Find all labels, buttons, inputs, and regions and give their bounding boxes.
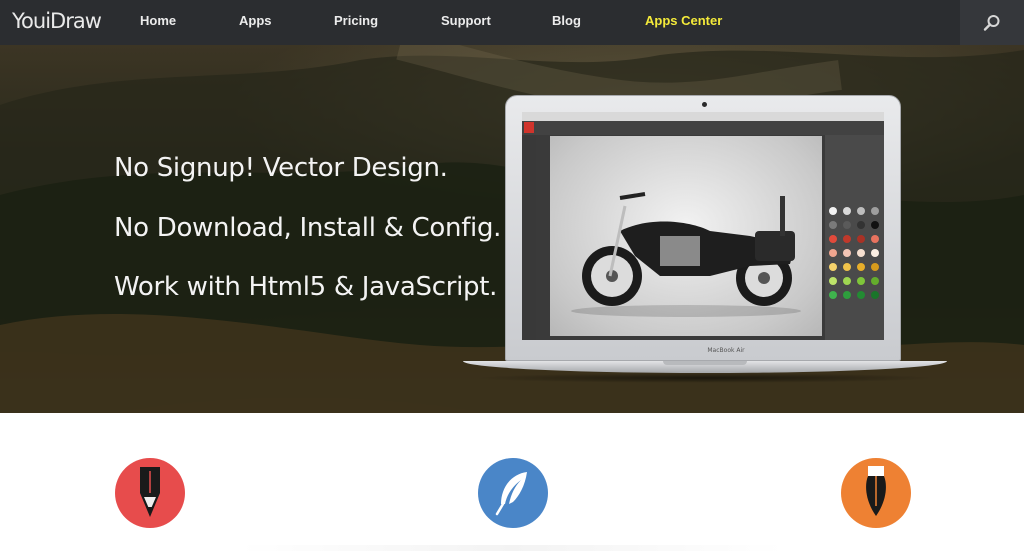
feather-icon [495,472,527,516]
ink-brush-icon [866,466,886,516]
browser-bar [522,112,884,121]
laptop-notch [663,361,747,365]
app-screenshot [522,112,884,340]
feature-pencil [115,458,185,528]
feature-ink-brush [841,458,911,528]
nav-apps[interactable]: Apps [239,13,272,28]
drawing-canvas [550,136,822,336]
search-icon [983,14,1000,31]
nav-home[interactable]: Home [140,13,176,28]
tool-palette [522,135,536,340]
tagline-2: No Download, Install & Config. [114,213,502,243]
motorcycle-illustration [571,192,801,317]
laptop-lid: MacBook Air [505,95,901,361]
nav-support[interactable]: Support [441,13,491,28]
section-divider [240,545,784,551]
app-logo-icon [524,122,534,133]
nav-apps-center[interactable]: Apps Center [645,13,722,28]
tagline-1: No Signup! Vector Design. [114,153,448,183]
tagline-3: Work with Html5 & JavaScript. [114,272,498,302]
color-swatch-panel [825,135,884,340]
site-logo[interactable]: YouiDraw [12,9,102,33]
nav-pricing[interactable]: Pricing [334,13,378,28]
search-button[interactable] [960,0,1024,45]
top-navbar: YouiDraw Home Apps Pricing Support Blog … [0,0,1024,45]
nav-blog[interactable]: Blog [552,13,581,28]
camera-dot [702,102,707,107]
hero-banner: No Signup! Vector Design. No Download, I… [0,45,1024,413]
app-toolbar [522,121,884,135]
feature-feather [478,458,548,528]
pencil-icon [140,467,160,517]
laptop-shadow [473,373,937,383]
laptop-mockup: MacBook Air [463,95,947,385]
laptop-brand-label: MacBook Air [707,347,745,354]
